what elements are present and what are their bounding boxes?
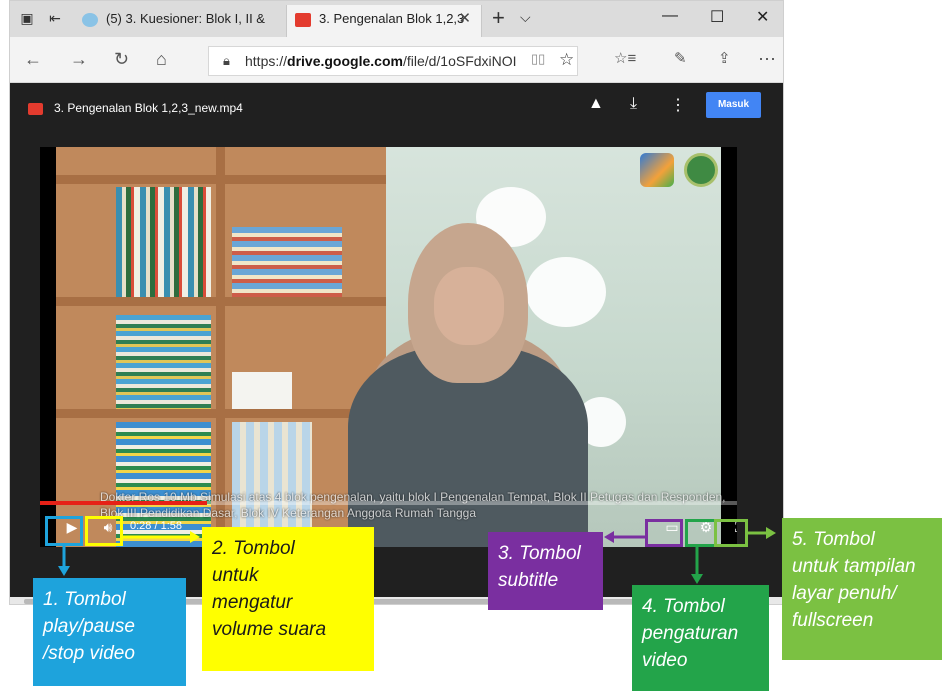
volume-highlight: [85, 516, 123, 546]
drive-header: 3. Pengenalan Blok 1,2,3_new.mp4 ▲ ⤓ ⋮ M…: [10, 83, 783, 133]
set-aside-tabs-icon[interactable]: ⇤: [46, 9, 64, 27]
fullscreen-highlight: [714, 519, 748, 547]
video-player[interactable]: Dokter Ros 10 Mb Simulasi atas 4 blok pe…: [40, 147, 737, 547]
annotation-play: 1. Tombol play/pause /stop video: [33, 578, 186, 686]
forward-arrow-icon[interactable]: →: [70, 49, 88, 69]
subtitle-highlight: [645, 519, 683, 547]
tab-bar: ▣ ⇤ (5) 3. Kuesioner: Blok I, II & 3. Pe…: [10, 1, 783, 37]
tab-video[interactable]: 3. Pengenalan Blok 1,2,3 ✕: [286, 5, 482, 37]
close-window-icon[interactable]: ✕: [756, 7, 769, 27]
annotation-settings: 4. Tombol pengaturan video: [632, 585, 769, 691]
chevron-down-icon[interactable]: ⌵: [520, 9, 531, 26]
progress-fill: [40, 501, 208, 505]
play-highlight: [45, 516, 83, 546]
more-menu-icon[interactable]: ⋯: [758, 49, 776, 69]
pen-icon[interactable]: ✎: [674, 49, 687, 69]
lock-icon: 🔒︎: [223, 53, 230, 68]
file-name: 3. Pengenalan Blok 1,2,3_new.mp4: [54, 101, 243, 115]
home-icon[interactable]: ⌂: [156, 49, 167, 69]
tab-kuesioner[interactable]: (5) 3. Kuesioner: Blok I, II &: [78, 5, 274, 37]
player-controls: ▶ 🔊︎ 0:28 / 1:58 ▭ ⚙ ⛶: [40, 507, 737, 547]
new-tab-icon[interactable]: +: [492, 7, 505, 29]
progress-bar[interactable]: [40, 501, 737, 505]
video-file-icon: [295, 13, 311, 27]
back-arrow-icon[interactable]: ←: [24, 49, 42, 69]
more-vertical-icon[interactable]: ⋮: [670, 95, 686, 115]
favorites-hub-icon[interactable]: ☆≡: [614, 49, 636, 69]
download-icon[interactable]: ⤓: [630, 95, 637, 113]
address-text: https://drive.google.com/file/d/1oSFdxiN…: [245, 53, 517, 69]
tab-title: (5) 3. Kuesioner: Blok I, II &: [106, 11, 265, 26]
globe-icon: [82, 13, 98, 27]
time-display: 0:28 / 1:58: [130, 520, 182, 532]
share-icon[interactable]: ⇪: [718, 49, 731, 69]
tab-title: 3. Pengenalan Blok 1,2,3: [319, 11, 465, 26]
tab-actions-icon[interactable]: ▣: [18, 9, 36, 27]
reading-view-icon[interactable]: ▯▯: [531, 51, 545, 67]
browser-window: ▣ ⇤ (5) 3. Kuesioner: Blok I, II & 3. Pe…: [9, 0, 784, 605]
settings-highlight: [685, 519, 717, 547]
navigation-bar: ← → ↻ ⌂ 🔒︎ https://drive.google.com/file…: [10, 37, 783, 83]
refresh-icon[interactable]: ↻: [114, 49, 129, 69]
annotation-fullscreen: 5. Tombol untuk tampilan layar penuh/ fu…: [782, 518, 942, 660]
bps-logo: [640, 153, 674, 187]
annotation-subtitle: 3. Tombol subtitle: [488, 532, 603, 610]
gear-logo: [684, 153, 718, 187]
video-file-icon: [28, 103, 43, 115]
sign-in-button[interactable]: Masuk: [706, 92, 761, 118]
address-bar[interactable]: 🔒︎ https://drive.google.com/file/d/1oSFd…: [208, 46, 578, 76]
close-tab-icon[interactable]: ✕: [458, 5, 471, 33]
video-frame: [56, 147, 721, 547]
screenshot-stage: ▣ ⇤ (5) 3. Kuesioner: Blok I, II & 3. Pe…: [0, 0, 949, 695]
add-to-drive-icon[interactable]: ▲: [588, 95, 604, 113]
favorite-star-icon[interactable]: ☆: [559, 50, 574, 70]
maximize-icon[interactable]: ☐: [710, 7, 724, 27]
annotation-volume: 2. Tombol untuk mengatur volume suara: [202, 527, 374, 671]
minimize-icon[interactable]: —: [662, 7, 678, 25]
